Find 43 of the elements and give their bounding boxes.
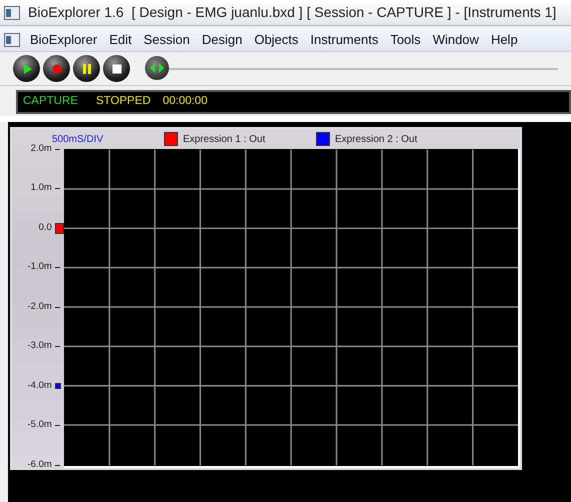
axis-label: 0.0 (38, 220, 52, 235)
axis-label: -4.0m (28, 378, 52, 393)
menu-item[interactable]: Instruments (304, 30, 384, 50)
menu-item[interactable]: Edit (103, 30, 138, 50)
pause-button[interactable] (73, 55, 100, 82)
menu-item[interactable]: Objects (248, 30, 304, 50)
menu-item[interactable]: Help (484, 30, 524, 50)
tick-mark (54, 267, 60, 268)
elapsed-time: 00:00:00 (162, 94, 208, 110)
axis-label: -1.0m (28, 260, 52, 274)
axis-label: 1.0m (30, 181, 52, 196)
app-icon[interactable] (4, 32, 20, 46)
record-icon (50, 62, 64, 76)
tick-mark (54, 306, 60, 308)
menu-item[interactable]: Tools (384, 30, 427, 50)
menu-item[interactable]: Session (138, 30, 196, 50)
mode-status: CAPTURE (23, 94, 78, 110)
axis-label: -2.0m (28, 300, 52, 314)
record-button[interactable] (43, 55, 70, 82)
axis-label: -3.0m (28, 339, 52, 354)
axis-label: -5.0m (28, 418, 52, 432)
window-title: BioExplorer 1.6 [ Design - EMG juanlu.bxd ] [ Session - CAPTURE ] - [Instruments 1] (28, 3, 556, 22)
channel-marker[interactable] (54, 383, 61, 389)
legend-label: Expression 2 : Out (335, 132, 418, 146)
axis-label: 2.0m (30, 142, 52, 156)
app-icon (4, 6, 20, 20)
tick-mark (54, 188, 60, 189)
tick-mark (54, 346, 60, 347)
menu-item[interactable]: Window (426, 30, 485, 50)
tick-mark (54, 148, 60, 150)
menu-item[interactable]: BioExplorer (24, 30, 104, 50)
legend-label: Expression 1 : Out (183, 132, 266, 146)
play-button[interactable] (13, 55, 40, 82)
tick-mark (54, 425, 60, 426)
tick-mark (54, 464, 60, 466)
stop-icon (110, 62, 124, 76)
run-status: STOPPED (96, 94, 151, 110)
menu-item[interactable]: Design (196, 30, 248, 50)
stop-button[interactable] (103, 55, 130, 82)
slider-thumb[interactable] (145, 56, 169, 80)
channel-marker[interactable] (54, 222, 64, 234)
time-base-label: 500mS/DIV (52, 132, 104, 146)
axis-label: -6.0m (28, 458, 52, 472)
